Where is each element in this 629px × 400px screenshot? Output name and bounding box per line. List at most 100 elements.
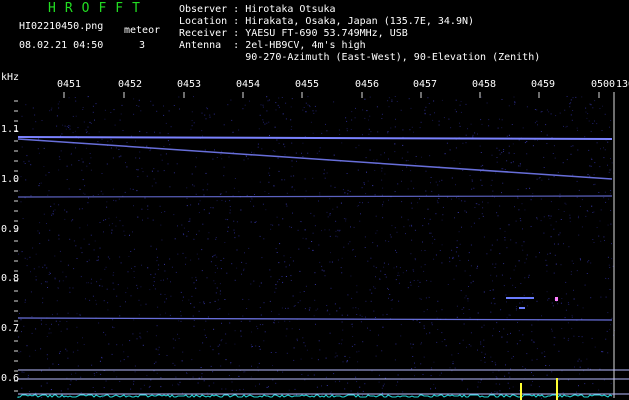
noise-pixel [59,280,61,282]
noise-pixel [105,266,107,268]
noise-pixel [90,234,92,236]
noise-pixel [312,232,314,234]
noise-pixel [278,170,280,172]
noise-pixel [407,287,409,289]
noise-pixel [515,220,517,222]
noise-pixel [554,157,556,159]
noise-pixel [251,198,253,200]
noise-pixel [54,278,56,280]
noise-pixel [67,388,69,390]
noise-pixel [214,149,215,151]
noise-pixel [285,307,286,309]
noise-pixel [102,193,104,195]
noise-pixel [369,329,371,331]
noise-pixel [561,328,563,329]
noise-pixel [560,264,562,266]
noise-pixel [456,240,458,242]
noise-pixel [569,103,571,105]
noise-pixel [433,361,435,363]
noise-pixel [125,162,126,164]
noise-pixel [33,268,35,270]
noise-pixel [328,229,330,231]
noise-pixel [24,163,26,164]
noise-pixel [545,264,547,266]
noise-pixel [76,326,78,328]
noise-pixel [289,321,291,322]
noise-pixel [82,337,83,339]
noise-pixel [607,141,609,143]
noise-pixel [236,221,238,223]
noise-pixel [275,248,277,250]
noise-pixel [563,125,564,127]
noise-pixel [302,156,304,158]
noise-pixel [551,330,553,332]
noise-pixel [588,260,590,262]
noise-pixel [389,234,391,236]
noise-pixel [186,235,188,237]
noise-pixel [333,373,335,375]
noise-pixel [432,236,433,238]
noise-pixel [455,111,457,113]
noise-pixel [293,305,295,307]
location-info: Location : Hirakata, Osaka, Japan (135.7… [179,16,475,27]
noise-pixel [260,104,262,106]
noise-pixel [101,285,103,287]
noise-pixel [384,152,385,154]
noise-pixel [292,295,294,297]
noise-pixel [358,144,360,146]
noise-pixel [609,267,611,268]
noise-pixel [268,121,270,123]
noise-pixel [342,189,344,191]
noise-pixel [291,328,293,330]
noise-pixel [551,371,553,373]
noise-pixel [88,133,90,135]
noise-pixel [282,218,284,220]
noise-pixel [312,132,314,134]
noise-pixel [571,316,573,318]
noise-pixel [394,126,396,128]
noise-pixel [522,127,524,129]
time-tick: 0456 [355,79,380,90]
noise-pixel [113,371,115,373]
noise-pixel [588,149,590,151]
noise-pixel [401,216,403,218]
noise-pixel [546,374,548,376]
noise-pixel [82,161,84,163]
noise-pixel [181,224,183,226]
noise-pixel [454,109,456,111]
noise-pixel [453,278,455,280]
noise-pixel [571,260,573,262]
noise-pixel [186,205,188,207]
noise-pixel [380,154,382,156]
noise-pixel [175,376,177,378]
noise-pixel [242,108,244,110]
noise-pixel [104,109,106,111]
noise-pixel [281,179,283,181]
noise-pixel [480,341,482,343]
noise-pixel [429,232,430,234]
noise-pixel [155,182,157,184]
noise-pixel [167,140,169,142]
noise-pixel [103,300,105,302]
noise-pixel [509,314,511,316]
noise-pixel [383,266,385,268]
noise-pixel [499,205,501,207]
noise-pixel [373,286,375,288]
noise-pixel [457,353,459,354]
noise-pixel [464,297,466,299]
noise-pixel [139,151,141,153]
noise-pixel [277,281,279,283]
noise-pixel [131,267,132,269]
noise-pixel [304,308,306,310]
noise-pixel [432,119,434,121]
noise-pixel [172,338,174,340]
noise-pixel [531,359,533,361]
noise-pixel [477,312,479,314]
noise-pixel [396,101,398,102]
noise-pixel [341,321,343,323]
noise-pixel [266,386,268,388]
noise-pixel [424,264,426,266]
noise-pixel [77,127,79,129]
noise-pixel [140,286,142,288]
noise-pixel [156,260,158,262]
